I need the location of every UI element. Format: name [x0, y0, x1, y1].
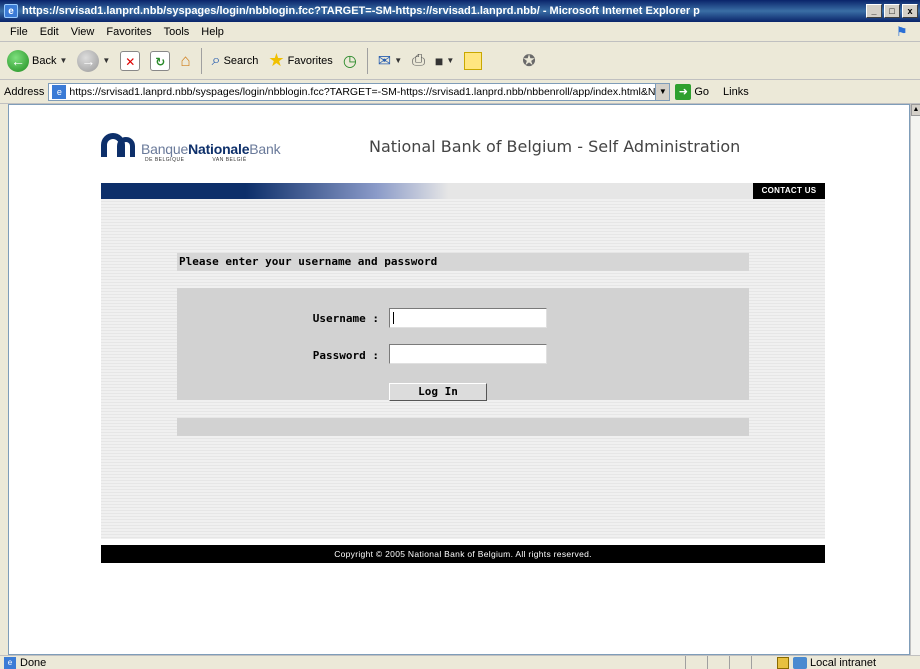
mail-icon: ✉	[377, 52, 392, 70]
contact-us-link[interactable]: CONTACT US	[753, 183, 825, 199]
notes-button[interactable]	[461, 50, 485, 72]
back-arrow-icon: ←	[7, 49, 29, 72]
history-button[interactable]: ◷	[340, 49, 360, 73]
forward-arrow-icon: →	[77, 49, 100, 72]
refresh-icon: ↻	[150, 50, 171, 71]
forward-button[interactable]: → ▼	[74, 48, 113, 74]
home-button[interactable]: ⌂	[177, 49, 193, 73]
status-cell	[707, 655, 729, 669]
scroll-up-icon[interactable]: ▲	[911, 104, 920, 116]
back-button[interactable]: ← Back ▼	[4, 48, 70, 74]
intranet-zone-icon	[793, 656, 807, 669]
username-input[interactable]	[389, 308, 547, 328]
search-button[interactable]: ⌕ Search	[209, 50, 262, 72]
back-dropdown-icon[interactable]: ▼	[59, 56, 67, 65]
security-zone-text: Local intranet	[810, 656, 877, 669]
page-title: National Bank of Belgium - Self Administ…	[369, 137, 741, 156]
go-label: Go	[694, 85, 710, 98]
back-label: Back	[32, 54, 57, 67]
status-cell	[729, 655, 751, 669]
header-band	[101, 183, 825, 199]
vertical-scrollbar[interactable]: ▲	[910, 104, 920, 655]
form-footer-strip	[177, 418, 749, 436]
copyright-footer: Copyright © 2005 National Bank of Belgiu…	[101, 545, 825, 563]
windows-logo-icon: ⚑	[896, 24, 908, 39]
window-title-bar: e https://srvisad1.lanprd.nbb/syspages/l…	[0, 0, 920, 22]
go-button[interactable]: ➜ Go	[675, 83, 710, 100]
username-label: Username :	[312, 312, 379, 325]
stop-icon: ✕	[120, 50, 141, 71]
mail-button[interactable]: ✉ ▼	[375, 49, 405, 73]
address-bar: Address e https://srvisad1.lanprd.nbb/sy…	[0, 80, 920, 104]
status-cell	[751, 655, 773, 669]
page-icon: e	[52, 84, 67, 99]
status-text: Done	[20, 656, 47, 669]
ie-icon: e	[4, 4, 18, 18]
standard-toolbar: ← Back ▼ → ▼ ✕ ↻ ⌂ ⌕ Search ★ Favorites …	[0, 42, 920, 80]
go-arrow-icon: ➜	[675, 83, 692, 100]
window-title: https://srvisad1.lanprd.nbb/syspages/log…	[22, 5, 700, 17]
maximize-button[interactable]: □	[884, 4, 900, 18]
menu-edit[interactable]: Edit	[34, 26, 65, 38]
toolbar-separator	[366, 47, 368, 74]
menu-tools[interactable]: Tools	[158, 26, 196, 38]
mail-dropdown-icon[interactable]: ▼	[394, 56, 402, 65]
messenger-button[interactable]: ✪	[519, 49, 538, 73]
refresh-button[interactable]: ↻	[147, 49, 173, 73]
password-input[interactable]	[389, 344, 547, 364]
toolbar-separator	[200, 47, 202, 74]
favorites-button[interactable]: ★ Favorites	[265, 48, 335, 73]
status-cells	[685, 655, 773, 669]
nbb-logo-text: BanqueNationaleBank	[141, 141, 281, 157]
menu-favorites[interactable]: Favorites	[100, 26, 157, 38]
edit-icon: ■	[434, 52, 444, 69]
history-icon: ◷	[342, 52, 357, 70]
login-form: Username : Password : Log In	[177, 288, 749, 401]
address-dropdown-icon[interactable]: ▼	[655, 83, 670, 100]
address-url[interactable]: https://srvisad1.lanprd.nbb/syspages/log…	[69, 86, 655, 98]
menu-bar: File Edit View Favorites Tools Help ⚑	[0, 22, 920, 42]
print-icon: ⎙	[412, 51, 425, 69]
search-icon: ⌕	[211, 51, 221, 69]
links-button[interactable]: Links	[723, 86, 749, 98]
print-button[interactable]: ⎙	[409, 50, 428, 72]
status-bar: e Done Local intranet	[0, 655, 920, 669]
favorites-label: Favorites	[287, 54, 333, 67]
home-icon: ⌂	[180, 50, 191, 70]
window-controls: _ □ x	[866, 4, 920, 18]
sticky-note-icon	[464, 51, 483, 70]
browser-viewport: BanqueNationaleBank DE BELGIQUE VAN BELGI…	[8, 104, 910, 655]
messenger-icon: ✪	[522, 52, 536, 70]
menu-view[interactable]: View	[65, 26, 101, 38]
login-button[interactable]: Log In	[389, 383, 487, 401]
address-input[interactable]: e https://srvisad1.lanprd.nbb/syspages/l…	[48, 82, 671, 101]
search-label: Search	[223, 54, 259, 67]
edit-button[interactable]: ■ ▼	[432, 51, 457, 71]
nbb-logo-subtext: DE BELGIQUE VAN BELGIË	[145, 157, 247, 163]
login-heading: Please enter your username and password	[177, 253, 749, 271]
menu-file[interactable]: File	[4, 26, 34, 38]
password-label: Password :	[312, 349, 379, 362]
stop-button[interactable]: ✕	[117, 49, 143, 73]
minimize-button[interactable]: _	[866, 4, 882, 18]
address-label: Address	[4, 85, 45, 98]
menu-help[interactable]: Help	[195, 26, 230, 38]
lock-icon[interactable]	[777, 656, 789, 669]
nbb-logo-mark-icon	[101, 133, 137, 157]
favorites-star-icon: ★	[268, 50, 285, 70]
nbb-logo: BanqueNationaleBank DE BELGIQUE VAN BELGI…	[101, 133, 281, 163]
page-status-icon: e	[4, 656, 16, 669]
edit-dropdown-icon[interactable]: ▼	[446, 56, 454, 65]
forward-dropdown-icon[interactable]: ▼	[102, 56, 110, 65]
close-button[interactable]: x	[902, 4, 918, 18]
status-cell	[685, 655, 707, 669]
